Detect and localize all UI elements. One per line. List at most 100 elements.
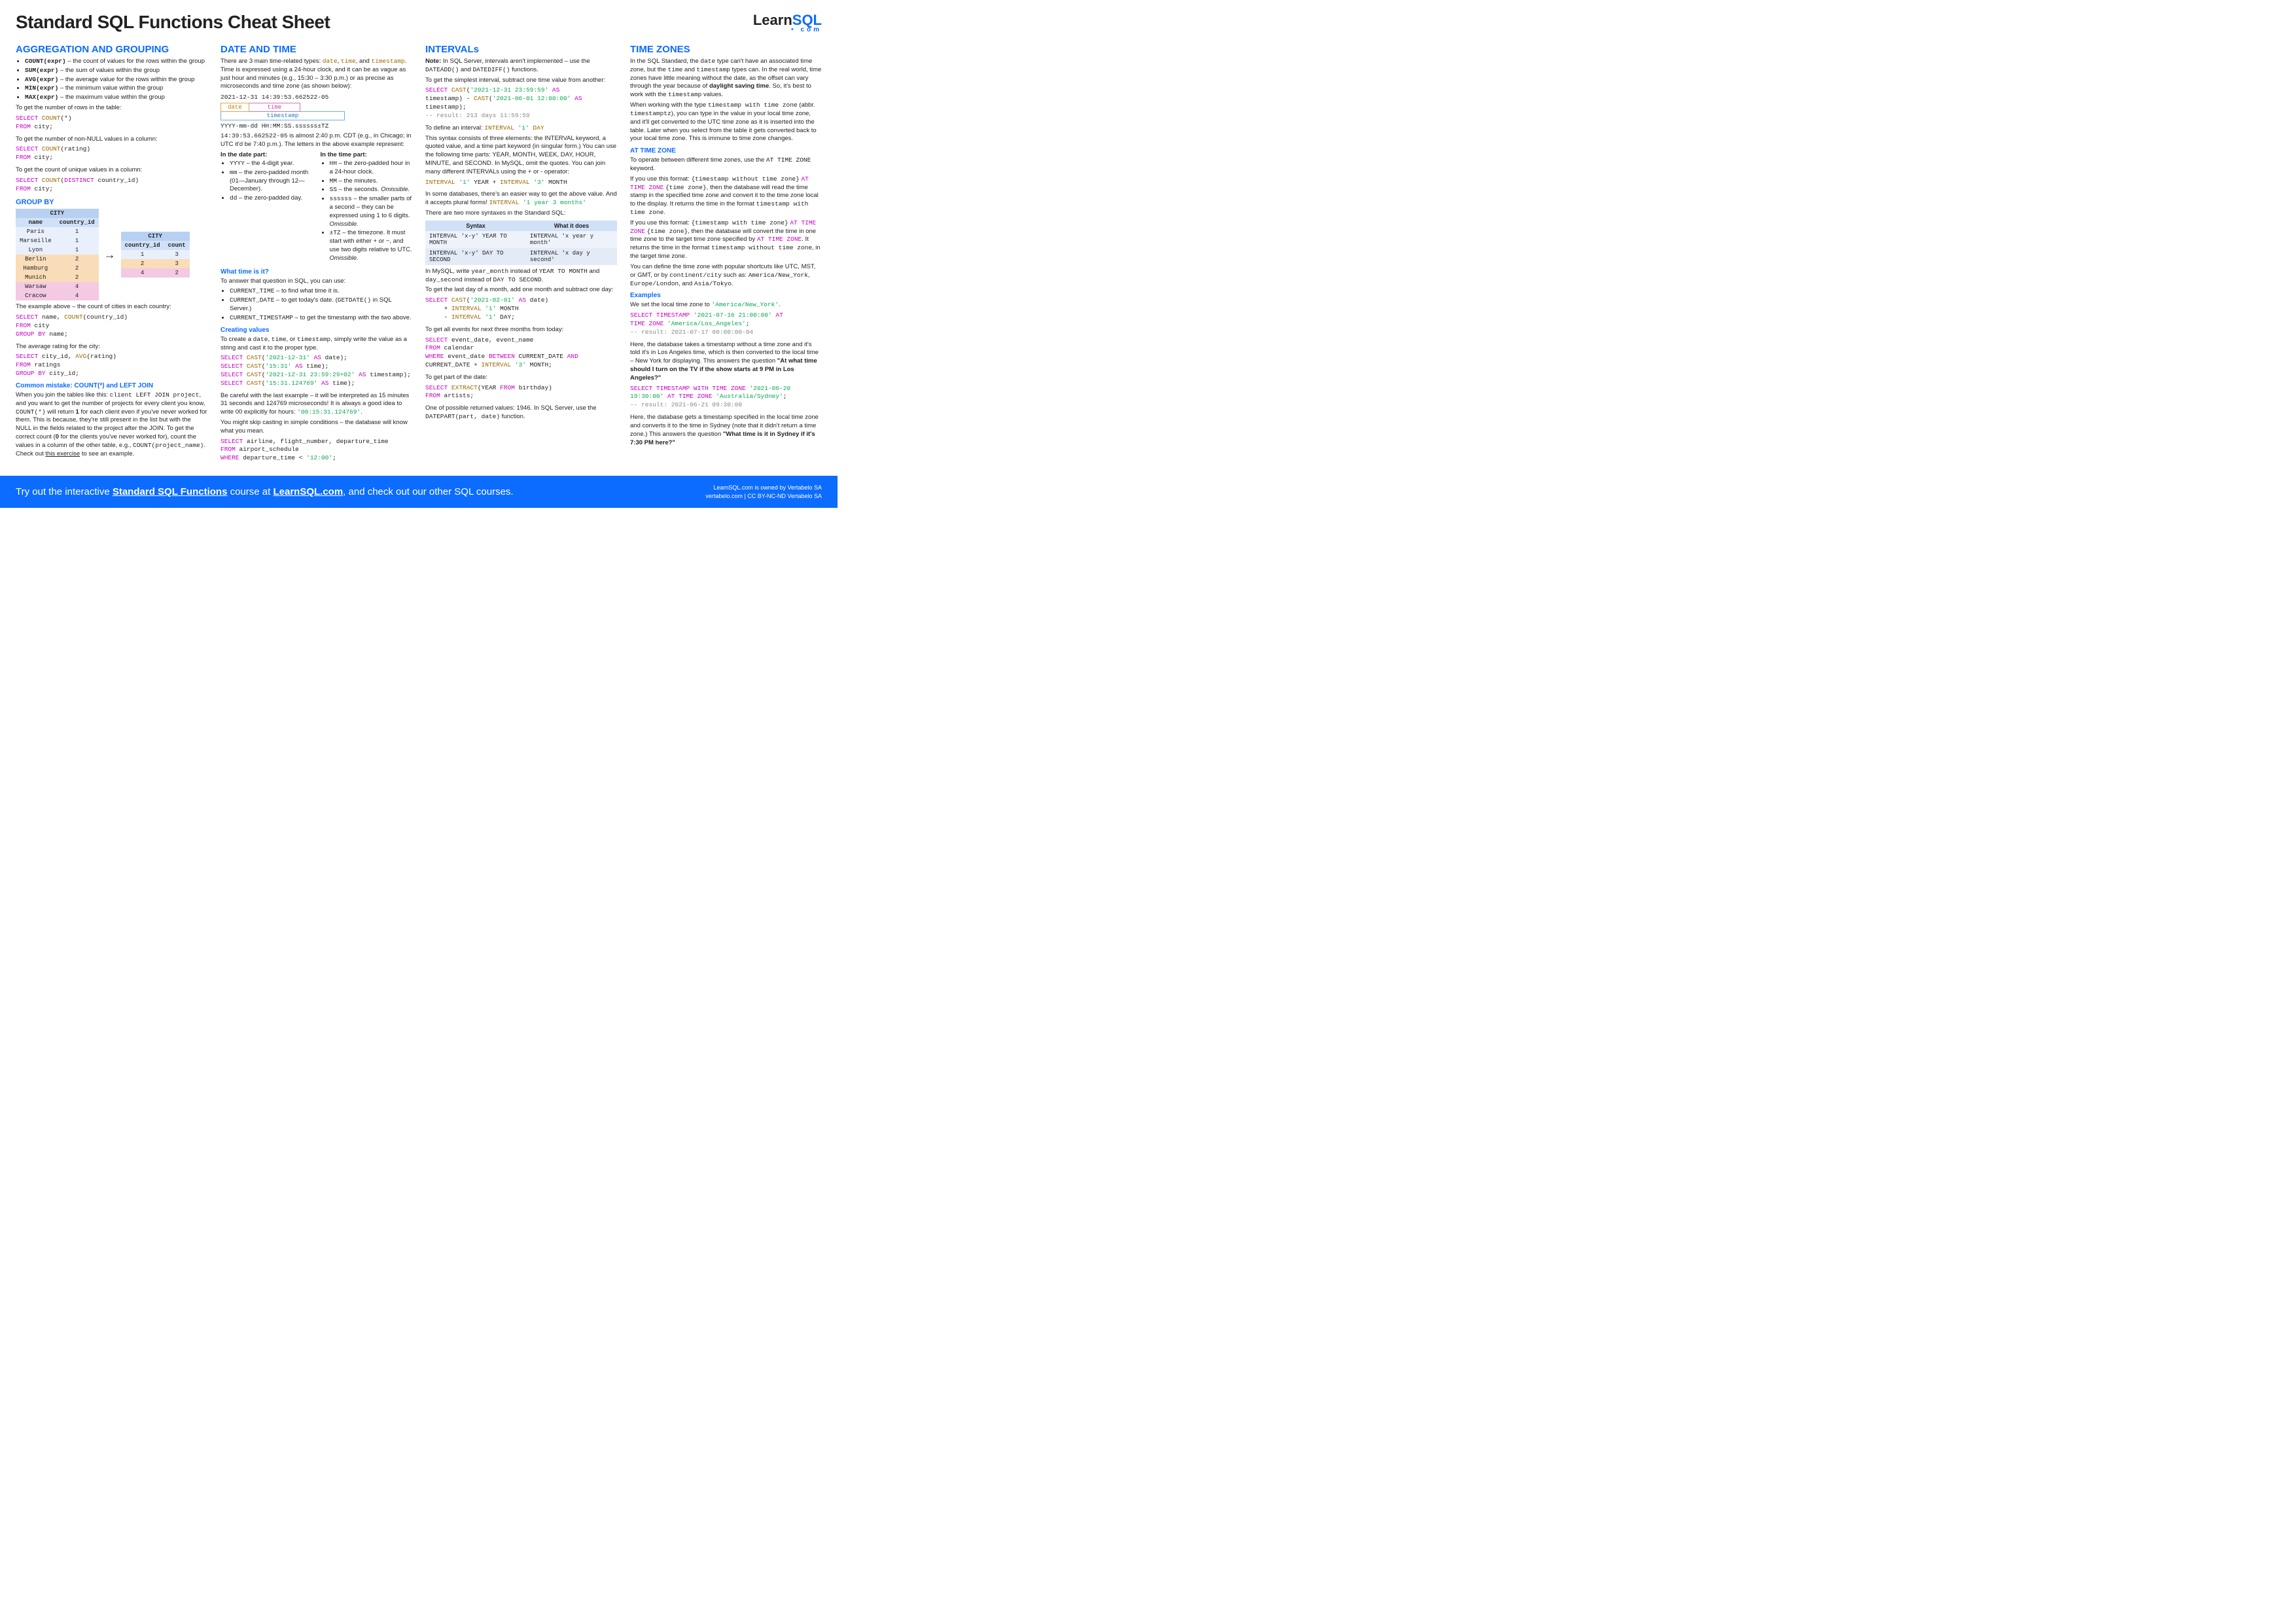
td: Paris	[16, 227, 56, 236]
ts-val: 2021-12-31 14:39:53.662522-05	[221, 94, 412, 101]
fn-count-desc: – the count of values for the rows withi…	[66, 58, 205, 65]
td: Munich	[16, 273, 56, 282]
li: dd – the zero-padded day.	[230, 194, 313, 203]
td: Cracow	[16, 291, 56, 300]
p-skip: You might skip casting in simple conditi…	[221, 419, 412, 436]
link-site[interactable]: LearnSQL.com	[273, 486, 343, 497]
fn-max: MAX(expr)	[25, 94, 58, 101]
p-avg: The average rating for the city:	[16, 343, 207, 351]
p-almost: 14:39:53.662522-05 is almost 2:40 p.m. C…	[221, 132, 412, 149]
fn-count: COUNT(expr)	[25, 58, 66, 65]
city-table-full: CITY namecountry_id Paris1 Marseille1 Ly…	[16, 209, 99, 300]
fn-min-desc: – the minimum value within the group	[58, 84, 163, 92]
p-events: To get all events for next three months …	[425, 326, 617, 334]
th-what: What it does	[526, 221, 617, 231]
td: 1	[56, 227, 99, 236]
li: ssssss – the smaller parts of a second –…	[330, 195, 413, 228]
fn-max-desc: – the maximum value within the group	[58, 94, 165, 101]
p-lastday: To get the last day of a month, add one …	[425, 286, 617, 294]
td: 3	[164, 250, 190, 259]
heading-groupby: GROUP BY	[16, 198, 207, 206]
ts-date-box: date	[221, 103, 249, 112]
p-atz4: You can define the time zone with popula…	[630, 263, 822, 288]
fn-min: MIN(expr)	[25, 84, 58, 92]
ts-stamp-box: timestamp	[221, 111, 345, 120]
td: 4	[121, 268, 164, 277]
col-datetime: DATE AND TIME There are 3 main time-rela…	[221, 40, 412, 467]
p-easier2: There are two more syntaxes in the Stand…	[425, 209, 617, 218]
th-name: name	[16, 218, 56, 227]
p-ex1: Here, the database takes a timestamp wit…	[630, 341, 822, 383]
h-timepart: In the time part:	[321, 151, 367, 158]
syntax-table: SyntaxWhat it does INTERVAL 'x-y' YEAR T…	[425, 221, 617, 265]
q-ex1: SELECT TIMESTAMP '2021-07-16 21:00:00' A…	[630, 312, 822, 336]
td: Hamburg	[16, 264, 56, 273]
td: 1	[121, 250, 164, 259]
footer-r2: vertabelo.com | CC BY-NC-ND Vertabelo SA	[705, 492, 822, 501]
heading-create: Creating values	[221, 327, 412, 334]
heading-intervals: INTERVALs	[425, 44, 617, 55]
footer-left: Try out the interactive Standard SQL Fun…	[16, 486, 514, 497]
fn-sum-desc: – the sum of values within the group	[58, 67, 160, 74]
col-intervals: INTERVALs Note: In SQL Server, intervals…	[425, 40, 617, 467]
heading-what-time: What time is it?	[221, 268, 412, 276]
footer-right: LearnSQL.com is owned by Vertabelo SA ve…	[705, 484, 822, 500]
q-unique: SELECT COUNT(DISTINCT country_id) FROM c…	[16, 177, 207, 194]
p-tz2: When working with the type timestamp wit…	[630, 101, 822, 143]
city-title: CITY	[16, 209, 99, 218]
q-nonnull: SELECT COUNT(rating) FROM city;	[16, 145, 207, 162]
td: 1	[56, 236, 99, 245]
p-nonnull: To get the number of non-NULL values in …	[16, 135, 207, 144]
p-define: To define an interval: INTERVAL '1' DAY	[425, 124, 617, 133]
td: Marseille	[16, 236, 56, 245]
footer: Try out the interactive Standard SQL Fun…	[0, 476, 838, 508]
t: , and check out our other SQL courses.	[343, 486, 513, 497]
q-create: SELECT CAST('2021-12-31' AS date); SELEC…	[221, 354, 412, 387]
city-title2: CITY	[121, 232, 190, 241]
p-note: Note: In SQL Server, intervals aren't im…	[425, 58, 617, 75]
ts-fmt: YYYY-mm-dd HH:MM:SS.ssssss±TZ	[221, 122, 412, 130]
page-header: Standard SQL Functions Cheat Sheet Learn…	[16, 12, 822, 33]
td: INTERVAL 'x day y second'	[526, 248, 617, 265]
q-rows: SELECT COUNT(*) FROM city;	[16, 115, 207, 132]
p-atz2: If you use this format: {timestamp witho…	[630, 175, 822, 217]
p-rows: To get the number of rows in the table:	[16, 104, 207, 113]
li: MM – the minutes.	[330, 177, 413, 186]
page-title: Standard SQL Functions Cheat Sheet	[16, 12, 330, 33]
heading-aggregation: AGGREGATION AND GROUPING	[16, 44, 207, 55]
p-atz3: If you use this format: {timestamp with …	[630, 219, 822, 261]
p-part: To get part of the date:	[425, 374, 617, 382]
heading-examples: Examples	[630, 292, 822, 299]
q-example: SELECT name, COUNT(country_id) FROM city…	[16, 313, 207, 338]
q-part: SELECT EXTRACT(YEAR FROM birthday) FROM …	[425, 384, 617, 401]
p-ex2: Here, the database gets a timestamp spec…	[630, 414, 822, 447]
q-join: INTERVAL '1' YEAR + INTERVAL '3' MONTH	[425, 179, 617, 187]
td: 2	[56, 255, 99, 264]
q-simple: SELECT CAST('2021-12-31 23:59:59' AS tim…	[425, 86, 617, 120]
q-lastday: SELECT CAST('2021-02-01' AS date) + INTE…	[425, 296, 617, 321]
col-aggregation: AGGREGATION AND GROUPING COUNT(expr) – t…	[16, 40, 207, 467]
ts-time-box: time	[249, 103, 301, 112]
p-what: To answer that question in SQL, you can …	[221, 277, 412, 286]
logo-learn: Learn	[753, 12, 792, 28]
fn-avg-desc: – the average value for the rows within …	[58, 76, 194, 83]
agg-fn-list: COUNT(expr) – the count of values for th…	[16, 58, 207, 102]
td: Berlin	[16, 255, 56, 264]
heading-mistake: Common mistake: COUNT(*) and LEFT JOIN	[16, 382, 207, 389]
td: INTERVAL 'x-y' YEAR TO MONTH	[425, 231, 526, 248]
li: mm – the zero-padded month (01—January t…	[230, 169, 313, 194]
col-timezones: TIME ZONES In the SQL Standard, the date…	[630, 40, 822, 467]
link-course[interactable]: Standard SQL Functions	[113, 486, 228, 497]
li: YYYY – the 4-digit year.	[230, 160, 313, 168]
q-skip: SELECT airline, flight_number, departure…	[221, 438, 412, 463]
fn-avg: AVG(expr)	[25, 76, 58, 83]
li: HH – the zero-padded hour in a 24-hour c…	[330, 160, 413, 177]
timestamp-diagram: 2021-12-31 14:39:53.662522-05 date time …	[221, 94, 412, 130]
p-atz1: To operate between different time zones,…	[630, 156, 822, 173]
td: Lyon	[16, 245, 56, 255]
h-datepart: In the date part:	[221, 151, 267, 158]
th-country: country_id	[56, 218, 99, 227]
p-tz1: In the SQL Standard, the date type can't…	[630, 58, 822, 99]
td: 2	[164, 268, 190, 277]
p-example: The example above – the count of cities …	[16, 303, 207, 312]
